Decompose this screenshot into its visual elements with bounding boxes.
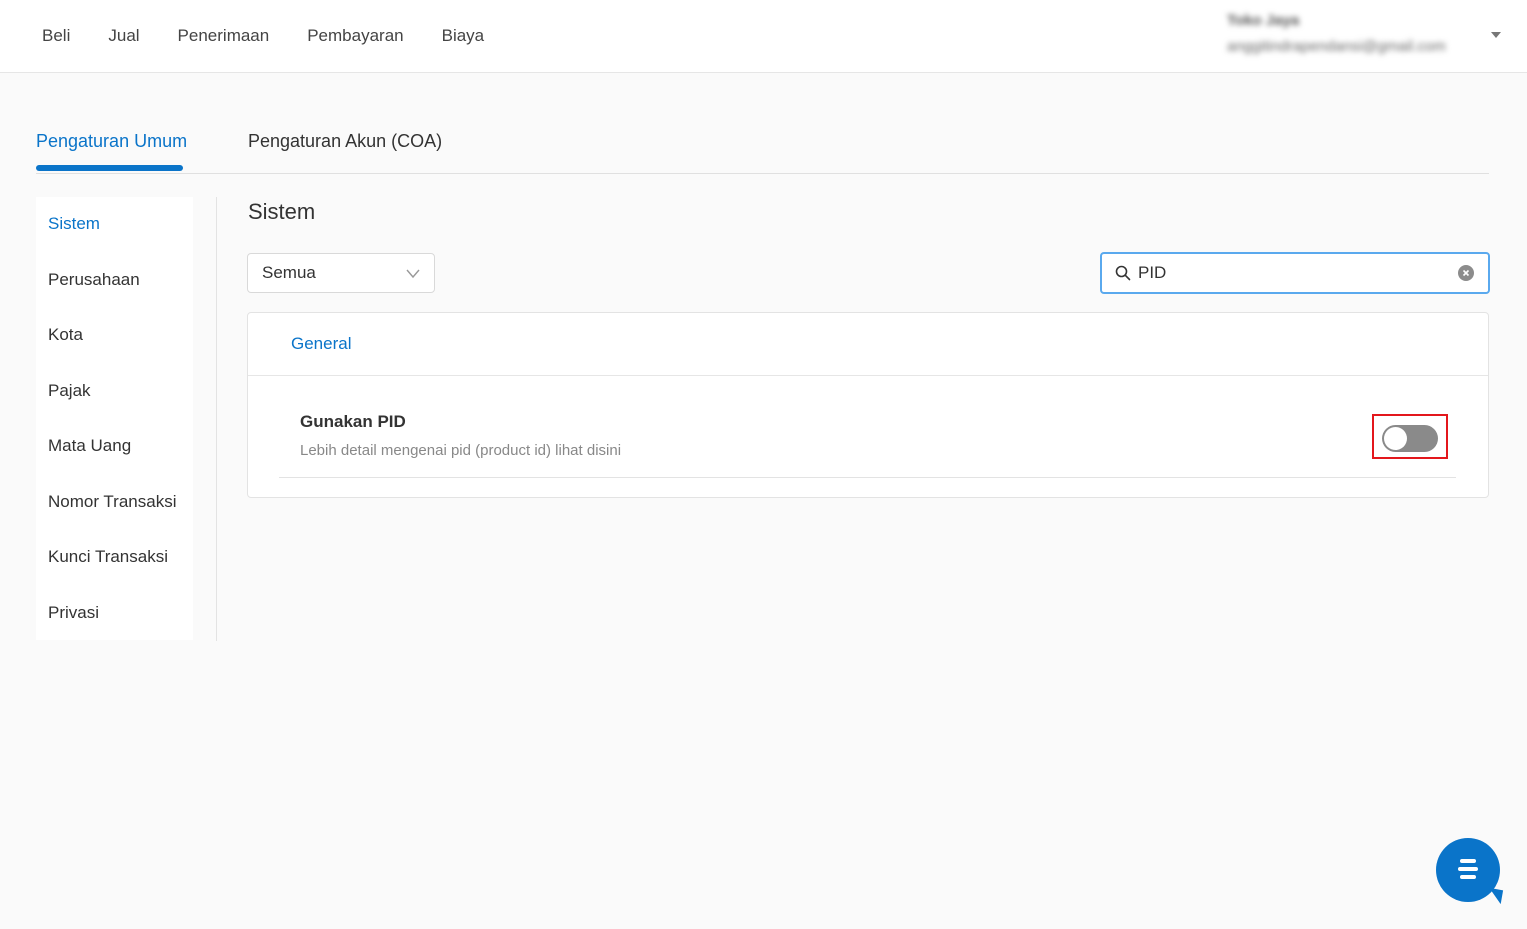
setting-label: Gunakan PID (300, 412, 406, 431)
sidebar-divider (216, 197, 217, 641)
setting-row-pid: Gunakan PID Lebih detail mengenai pid (p… (279, 377, 1456, 478)
chat-icon (1456, 858, 1480, 880)
sidebar-item-perusahaan[interactable]: Perusahaan (48, 270, 140, 290)
pid-toggle-switch[interactable] (1382, 425, 1438, 452)
highlight-box (1372, 414, 1448, 459)
search-input[interactable] (1138, 260, 1448, 286)
sidebar-item-mata-uang[interactable]: Mata Uang (48, 436, 131, 456)
section-title: Sistem (248, 199, 316, 224)
top-navbar: Beli Jual Penerimaan Pembayaran Biaya To… (0, 0, 1527, 73)
caret-down-icon[interactable] (1491, 32, 1501, 38)
sidebar-item-sistem[interactable]: Sistem (48, 214, 100, 234)
settings-tabs: Pengaturan Umum Pengaturan Akun (COA) (36, 117, 1489, 174)
settings-card: General Gunakan PID Lebih detail mengena… (247, 312, 1489, 498)
main-menu: Beli Jual Penerimaan Pembayaran Biaya (42, 0, 522, 72)
tab-pengaturan-akun[interactable]: Pengaturan Akun (COA) (248, 131, 442, 152)
search-icon (1115, 265, 1131, 286)
tab-pengaturan-umum[interactable]: Pengaturan Umum (36, 131, 187, 152)
chat-button[interactable] (1436, 838, 1504, 905)
card-title: General (291, 334, 352, 353)
nav-item-pembayaran[interactable]: Pembayaran (307, 26, 403, 46)
nav-item-jual[interactable]: Jual (108, 26, 139, 46)
nav-item-biaya[interactable]: Biaya (442, 26, 485, 46)
sidebar-item-nomor-transaksi[interactable]: Nomor Transaksi (48, 492, 176, 512)
settings-sidebar: Sistem Perusahaan Kota Pajak Mata Uang N… (36, 197, 193, 640)
sidebar-item-pajak[interactable]: Pajak (48, 381, 91, 401)
sidebar-item-privasi[interactable]: Privasi (48, 603, 99, 623)
user-menu[interactable]: Toko Jaya anggitindrapendansi@gmail.com (1227, 10, 1477, 60)
search-box (1100, 252, 1490, 294)
sidebar-item-kota[interactable]: Kota (48, 325, 83, 345)
chat-bubble-tail (1486, 887, 1504, 905)
clear-icon[interactable] (1458, 265, 1474, 281)
nav-item-penerimaan[interactable]: Penerimaan (178, 26, 270, 46)
user-email: anggitindrapendansi@gmail.com (1227, 38, 1446, 55)
filter-select-value: Semua (262, 263, 316, 282)
user-name: Toko Jaya (1227, 12, 1300, 29)
card-header: General (248, 313, 1488, 376)
toggle-knob (1384, 427, 1407, 450)
filter-select[interactable]: Semua (247, 253, 435, 293)
setting-description[interactable]: Lebih detail mengenai pid (product id) l… (300, 442, 621, 459)
active-tab-indicator (36, 165, 183, 171)
sidebar-item-kunci-transaksi[interactable]: Kunci Transaksi (48, 547, 168, 567)
chevron-down-icon (406, 266, 420, 285)
nav-item-beli[interactable]: Beli (42, 26, 70, 46)
